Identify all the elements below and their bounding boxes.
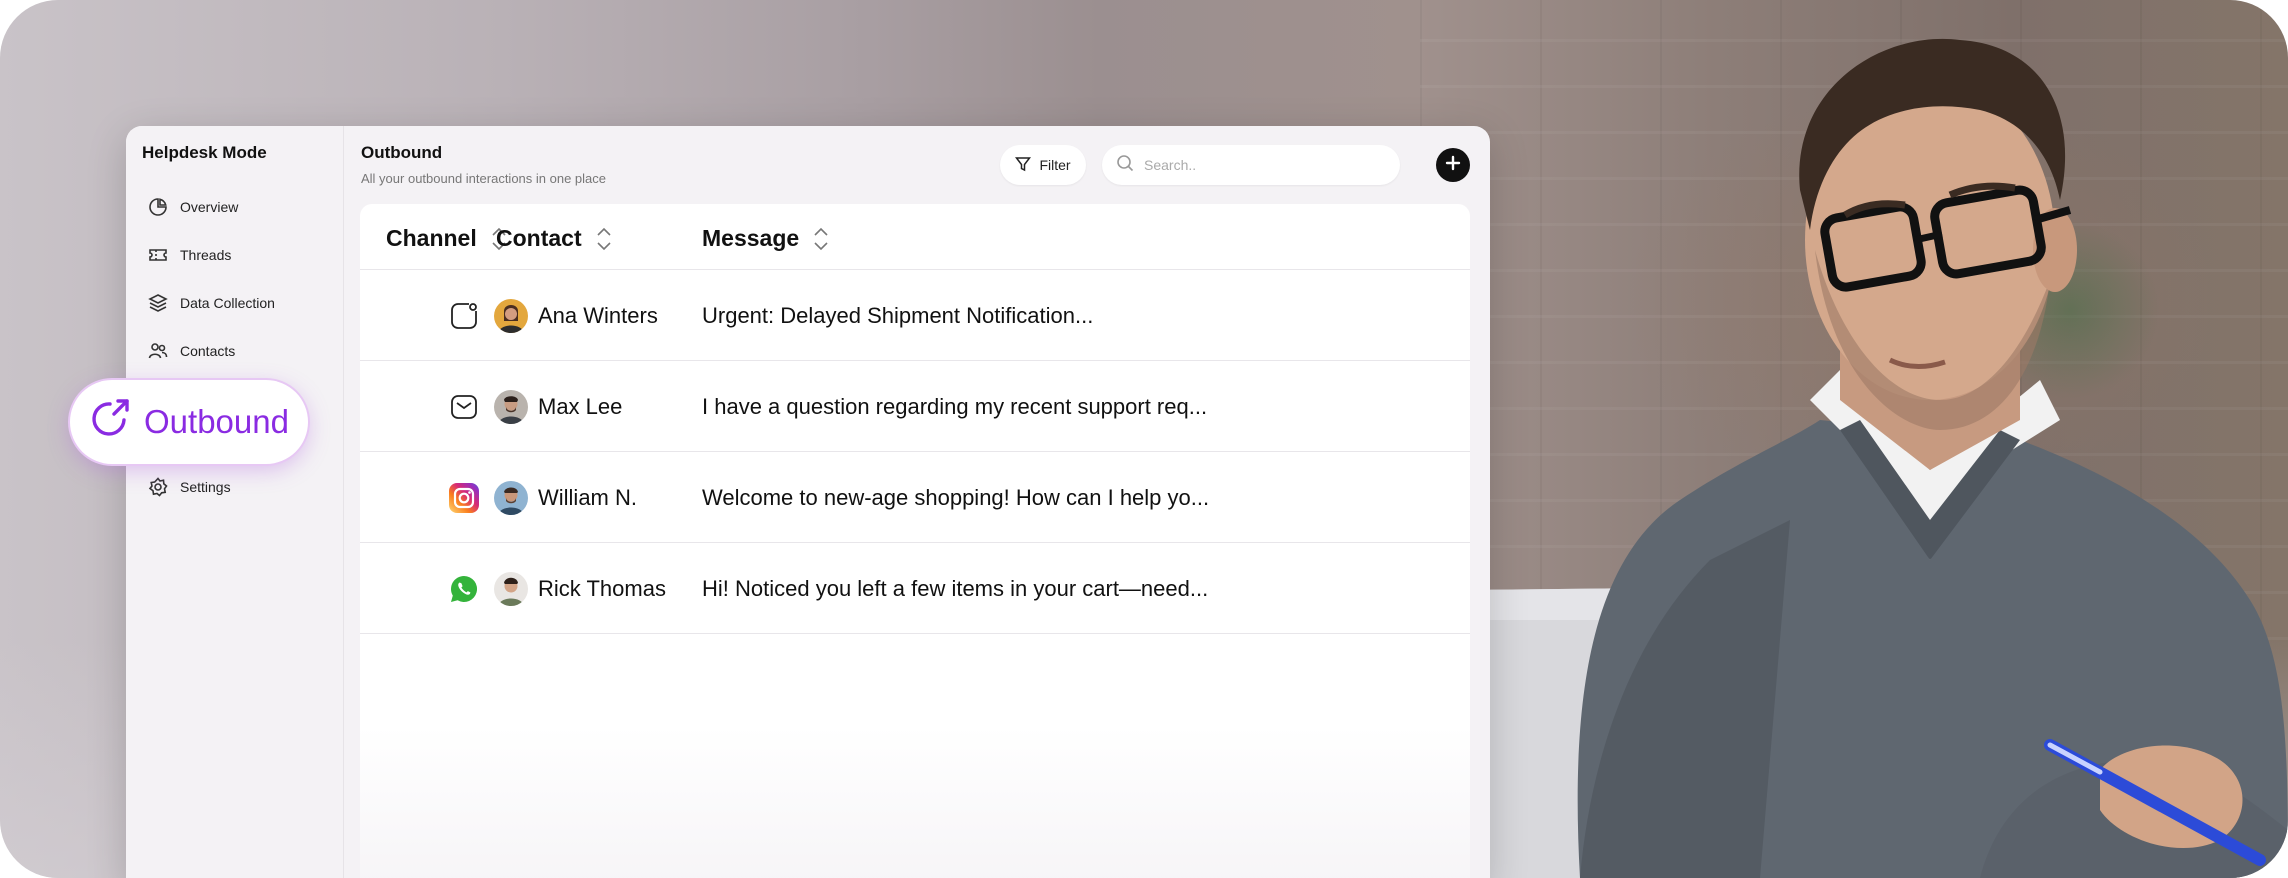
whatsapp-icon: [448, 573, 480, 605]
layers-icon: [148, 293, 168, 313]
table-row[interactable]: William N. Welcome to new-age shopping! …: [360, 453, 1470, 543]
column-header-contact[interactable]: Contact: [496, 225, 612, 252]
table-row[interactable]: Max Lee I have a question regarding my r…: [360, 362, 1470, 452]
users-icon: [148, 341, 168, 361]
filter-icon: [1015, 156, 1032, 175]
contact-name: Max Lee: [538, 393, 623, 419]
contact-cell: Rick Thomas: [494, 544, 666, 633]
contact-name: William N.: [538, 484, 637, 510]
sidebar-item-label: Contacts: [180, 343, 236, 359]
table-row[interactable]: Rick Thomas Hi! Noticed you left a few i…: [360, 544, 1470, 634]
ticket-icon: [148, 245, 168, 265]
gear-icon: [148, 477, 168, 497]
search-box[interactable]: [1102, 145, 1400, 185]
contact-name: Rick Thomas: [538, 575, 666, 601]
contact-cell: Ana Winters: [494, 271, 658, 360]
contact-cell: Max Lee: [494, 362, 622, 451]
table-row[interactable]: Ana Winters Urgent: Delayed Shipment Not…: [360, 271, 1470, 361]
app-window: Helpdesk Mode Overview Threads Data Coll…: [126, 126, 1490, 878]
message-preview: Urgent: Delayed Shipment Notification...: [702, 302, 1094, 328]
table-header: Channel Contact Message: [360, 204, 1470, 270]
sidebar-item-settings[interactable]: Settings: [148, 474, 231, 500]
chat-bubble-icon: [448, 300, 480, 332]
filter-button[interactable]: Filter: [1000, 145, 1086, 185]
search-input[interactable]: [1144, 157, 1374, 173]
avatar: [494, 480, 528, 515]
contact-cell: William N.: [494, 453, 637, 542]
sort-icon: [596, 226, 612, 252]
brand-title: Helpdesk Mode: [142, 143, 267, 162]
outbound-callout-label: Outbound: [144, 403, 289, 440]
sidebar-item-label: Threads: [180, 247, 232, 263]
email-icon: [448, 391, 480, 423]
main-content: Outbound All your outbound interactions …: [344, 126, 1490, 878]
sidebar-item-label: Settings: [180, 479, 231, 495]
page-title: Outbound: [361, 143, 443, 162]
outbound-callout-button[interactable]: Outbound: [70, 380, 308, 464]
message-preview: I have a question regarding my recent su…: [702, 393, 1208, 419]
column-header-message[interactable]: Message: [702, 225, 829, 252]
instagram-icon: [448, 482, 480, 514]
column-header-channel[interactable]: Channel: [386, 225, 507, 252]
page-subtitle: All your outbound interactions in one pl…: [361, 171, 606, 186]
add-button[interactable]: [1436, 148, 1470, 182]
sidebar-item-label: Overview: [180, 199, 239, 215]
pie-chart-icon: [148, 197, 168, 217]
sidebar-item-data-collection[interactable]: Data Collection: [148, 290, 275, 316]
message-preview: Hi! Noticed you left a few items in your…: [702, 575, 1209, 601]
message-preview: Welcome to new-age shopping! How can I h…: [702, 484, 1210, 510]
sidebar-item-overview[interactable]: Overview: [148, 194, 238, 220]
avatar: [494, 571, 528, 606]
sidebar: Helpdesk Mode Overview Threads Data Coll…: [126, 126, 344, 878]
sidebar-item-label: Data Collection: [180, 295, 275, 311]
sidebar-item-threads[interactable]: Threads: [148, 242, 231, 268]
filter-label: Filter: [1039, 157, 1071, 173]
outbound-table: Channel Contact Message Ana Winters Urge…: [360, 204, 1470, 878]
plus-icon: [1445, 155, 1461, 176]
contact-name: Ana Winters: [538, 302, 658, 328]
avatar: [494, 298, 528, 333]
avatar: [494, 389, 528, 424]
sidebar-item-contacts[interactable]: Contacts: [148, 338, 235, 364]
sort-icon: [813, 226, 829, 252]
hero-banner: Helpdesk Mode Overview Threads Data Coll…: [0, 0, 2288, 878]
person-photo: [1460, 38, 2288, 878]
outbound-arrow-icon: [88, 396, 132, 448]
search-icon: [1116, 154, 1134, 177]
